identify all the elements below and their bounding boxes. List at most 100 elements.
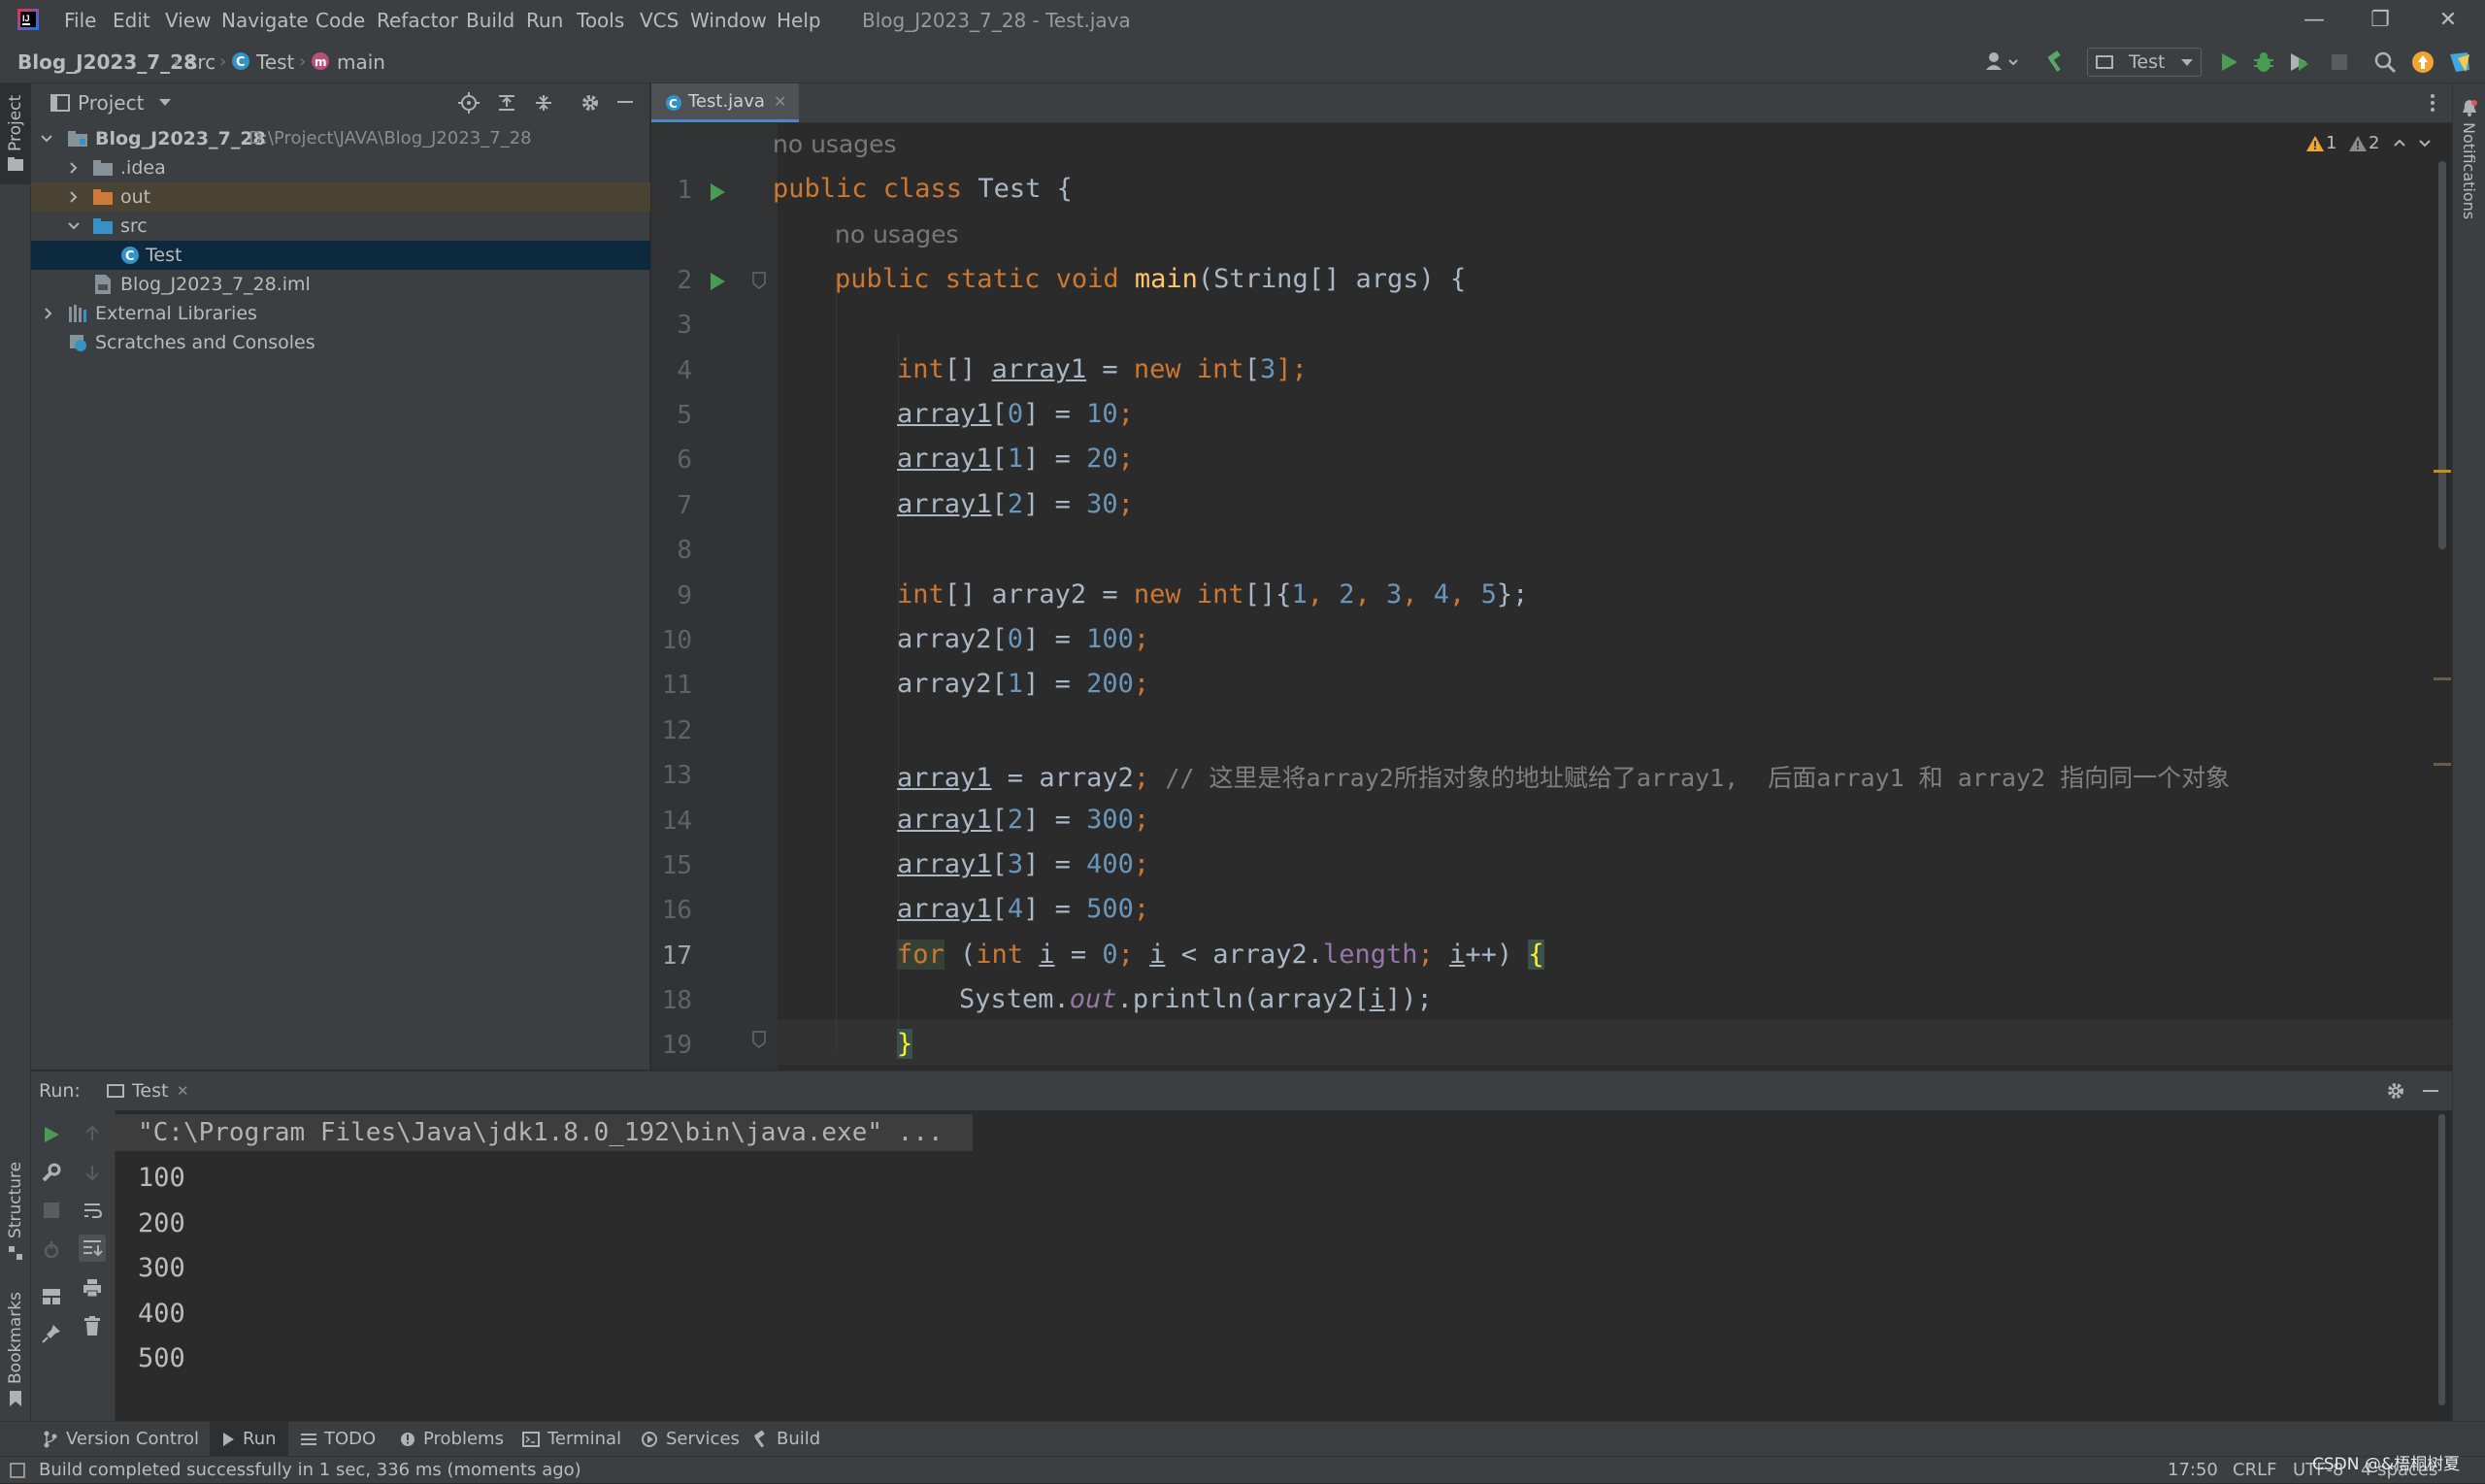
menu-refactor[interactable]: Refactor [377, 0, 458, 41]
code-line-19[interactable]: } [897, 1029, 913, 1059]
run-main-gutter-icon[interactable] [708, 271, 727, 292]
code-line-18[interactable]: System.out.println(array2[i]); [959, 984, 1433, 1014]
code-line-5[interactable]: array1[0] = 10; [897, 399, 1134, 429]
wrench-icon[interactable] [42, 1163, 61, 1182]
structure-tool-window-button[interactable]: Structure [0, 1151, 31, 1268]
menu-view[interactable]: View [165, 0, 211, 41]
tree-item-idea[interactable]: .idea [31, 153, 650, 182]
user-icon[interactable] [1984, 50, 2023, 74]
run-icon[interactable] [2217, 50, 2240, 74]
project-tool-window-button[interactable]: Project [0, 83, 31, 184]
arrow-down-icon[interactable] [83, 1164, 101, 1181]
more-options-icon[interactable] [2430, 93, 2435, 113]
usage-hint[interactable]: no usages [773, 130, 897, 158]
tool-services[interactable]: Services [641, 1422, 740, 1457]
code-line-9[interactable]: int[] array2 = new int[]{1, 2, 3, 4, 5}; [897, 579, 1528, 610]
collapse-all-icon[interactable] [534, 93, 553, 113]
warning-marker[interactable] [2434, 677, 2451, 680]
coverage-icon[interactable] [2287, 50, 2310, 74]
editor-scrollbar[interactable] [2435, 161, 2447, 1054]
print-icon[interactable] [83, 1278, 102, 1298]
warning-marker[interactable] [2434, 763, 2451, 766]
debug-icon[interactable] [2252, 50, 2275, 74]
restore-button[interactable]: ❐ [2351, 0, 2409, 41]
scrollbar-thumb[interactable] [2438, 161, 2446, 549]
line-separator[interactable]: CRLF [2233, 1457, 2276, 1484]
expand-all-icon[interactable] [497, 93, 516, 113]
chevron-down-icon[interactable] [159, 99, 171, 107]
soft-wrap-icon[interactable] [83, 1201, 102, 1220]
scroll-to-end-icon[interactable] [79, 1235, 106, 1262]
tool-terminal[interactable]: Terminal [522, 1422, 621, 1457]
project-panel-title[interactable]: Project [78, 83, 144, 122]
menu-run[interactable]: Run [526, 0, 563, 41]
tool-run[interactable]: Run [210, 1422, 288, 1457]
console-scrollbar[interactable] [2436, 1114, 2446, 1413]
stop-icon[interactable] [2330, 52, 2349, 72]
console-command-line[interactable]: "C:\Program Files\Java\jdk1.8.0_192\bin\… [138, 1118, 944, 1147]
fold-icon[interactable] [752, 1031, 766, 1048]
arrow-up-icon[interactable] [83, 1125, 101, 1142]
scrollbar-thumb[interactable] [2438, 1114, 2445, 1405]
pin-icon[interactable] [42, 1324, 61, 1343]
tree-item-test[interactable]: C Test [31, 241, 650, 270]
breadcrumb-method[interactable]: main [337, 41, 385, 83]
tree-item-src[interactable]: src [31, 212, 650, 241]
code-line-10[interactable]: array2[0] = 100; [897, 624, 1149, 654]
breadcrumb-folder[interactable]: src [187, 41, 215, 83]
menu-build[interactable]: Build [466, 0, 514, 41]
search-icon[interactable] [2373, 50, 2397, 74]
status-message[interactable]: Build completed successfully in 1 sec, 3… [39, 1457, 581, 1484]
run-tab-test[interactable]: Test ✕ [101, 1072, 194, 1110]
code-line-1[interactable]: public class Test { [773, 174, 1073, 204]
gear-icon[interactable] [580, 93, 600, 113]
tool-todo[interactable]: TODO [301, 1422, 376, 1457]
exit-icon[interactable] [42, 1239, 61, 1259]
layout-icon[interactable] [42, 1288, 61, 1305]
hide-panel-icon[interactable] [617, 101, 633, 105]
inspection-warnings-widget[interactable]: 1 2 [2306, 130, 2442, 157]
code-line-16[interactable]: array1[4] = 500; [897, 894, 1149, 924]
chevron-down-icon[interactable] [41, 135, 52, 143]
update-icon[interactable] [2411, 50, 2435, 74]
tab-close-icon[interactable]: ✕ [774, 83, 786, 120]
usage-hint[interactable]: no usages [835, 220, 959, 248]
run-config-select[interactable]: Test [2087, 48, 2202, 77]
notifications-tool-window-button[interactable]: Notifications [2453, 95, 2485, 221]
code-line-4[interactable]: int[] array1 = new int[3]; [897, 354, 1308, 384]
menu-window[interactable]: Window [690, 0, 767, 41]
code-line-2[interactable]: public static void main(String[] args) { [835, 264, 1466, 294]
code-line-11[interactable]: array2[1] = 200; [897, 669, 1149, 699]
minimize-button[interactable]: — [2285, 0, 2343, 41]
chevron-down-icon[interactable] [2419, 140, 2431, 148]
run-class-gutter-icon[interactable] [708, 181, 727, 203]
gear-icon[interactable] [2386, 1081, 2405, 1101]
tree-item-project-root[interactable]: Blog_J2023_7_28 D:\Project\JAVA\Blog_J20… [31, 124, 650, 153]
trash-icon[interactable] [83, 1316, 101, 1336]
breadcrumb-class[interactable]: Test [256, 41, 294, 83]
menu-edit[interactable]: Edit [113, 0, 150, 41]
menu-tools[interactable]: Tools [577, 0, 624, 41]
tool-problems[interactable]: Problems [400, 1422, 504, 1457]
chevron-up-icon[interactable] [2394, 139, 2405, 147]
build-hammer-icon[interactable] [2044, 50, 2068, 74]
stop-icon[interactable] [44, 1203, 59, 1218]
bookmarks-tool-window-button[interactable]: Bookmarks [0, 1282, 31, 1413]
tree-item-out[interactable]: out [31, 182, 650, 212]
tree-item-external-libraries[interactable]: External Libraries [31, 299, 650, 328]
code-line-15[interactable]: array1[3] = 400; [897, 849, 1149, 879]
menu-file[interactable]: File [64, 0, 96, 41]
code-line-17[interactable]: for (int i = 0; i < array2.length; i++) … [897, 940, 1544, 970]
code-line-14[interactable]: array1[2] = 300; [897, 805, 1149, 835]
breadcrumb-project[interactable]: Blog_J2023_7_28 [17, 41, 197, 83]
menu-navigate[interactable]: Navigate [221, 0, 309, 41]
tool-build[interactable]: Build [751, 1422, 820, 1457]
cursor-position[interactable]: 17:50 [2168, 1457, 2218, 1484]
jetbrains-toolbox-icon[interactable] [2448, 50, 2471, 74]
tool-version-control[interactable]: Version Control [43, 1422, 199, 1457]
chevron-right-icon[interactable] [70, 162, 78, 174]
chevron-down-icon[interactable] [68, 222, 80, 230]
panel-toggle-icon[interactable] [10, 1463, 25, 1478]
fold-icon[interactable] [752, 272, 766, 289]
code-line-6[interactable]: array1[1] = 20; [897, 444, 1134, 474]
